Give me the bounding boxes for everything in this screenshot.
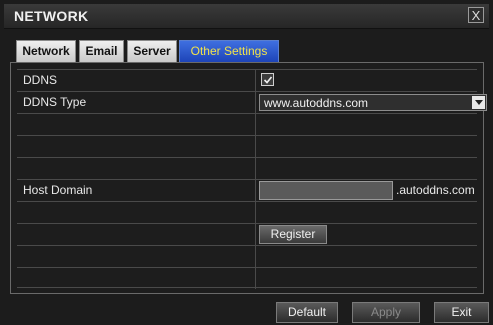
row-empty-5 bbox=[17, 245, 477, 267]
network-dialog: NETWORK X Network Email Server Other Set… bbox=[0, 0, 493, 325]
default-button[interactable]: Default bbox=[276, 302, 338, 323]
host-domain-label: Host Domain bbox=[23, 183, 93, 197]
chevron-down-icon[interactable] bbox=[472, 96, 485, 109]
ddns-type-value: www.autoddns.com bbox=[264, 96, 369, 110]
row-register: Register bbox=[17, 223, 477, 245]
title-bar: NETWORK X bbox=[4, 4, 489, 29]
row-ddns-type: DDNS Type www.autoddns.com bbox=[17, 91, 487, 113]
tab-other-settings[interactable]: Other Settings bbox=[179, 40, 279, 62]
host-domain-input[interactable] bbox=[259, 181, 393, 200]
ddns-type-select[interactable]: www.autoddns.com bbox=[259, 94, 487, 111]
tab-server[interactable]: Server bbox=[127, 40, 177, 62]
row-empty-1 bbox=[17, 113, 477, 135]
row-empty-3 bbox=[17, 157, 477, 179]
ddns-type-label: DDNS Type bbox=[23, 95, 87, 109]
ddns-label: DDNS bbox=[23, 73, 58, 87]
exit-button[interactable]: Exit bbox=[434, 302, 489, 323]
register-button[interactable]: Register bbox=[259, 225, 327, 244]
settings-grid: DDNS DDNS Type www.autoddns.com Host Dom… bbox=[17, 69, 487, 289]
row-host-domain: Host Domain .autoddns.com bbox=[17, 179, 477, 201]
ddns-checkbox[interactable] bbox=[261, 73, 274, 86]
row-ddns: DDNS bbox=[17, 69, 477, 91]
tab-network[interactable]: Network bbox=[16, 40, 76, 62]
dialog-title: NETWORK bbox=[14, 8, 89, 24]
host-domain-suffix: .autoddns.com bbox=[396, 183, 475, 197]
settings-panel: DDNS DDNS Type www.autoddns.com Host Dom… bbox=[10, 62, 487, 294]
apply-button[interactable]: Apply bbox=[352, 302, 420, 323]
row-empty-6 bbox=[17, 267, 477, 289]
check-icon bbox=[263, 76, 273, 84]
row-empty-4 bbox=[17, 201, 477, 223]
row-empty-2 bbox=[17, 135, 477, 157]
tab-email[interactable]: Email bbox=[79, 40, 124, 62]
close-button[interactable]: X bbox=[468, 7, 484, 23]
